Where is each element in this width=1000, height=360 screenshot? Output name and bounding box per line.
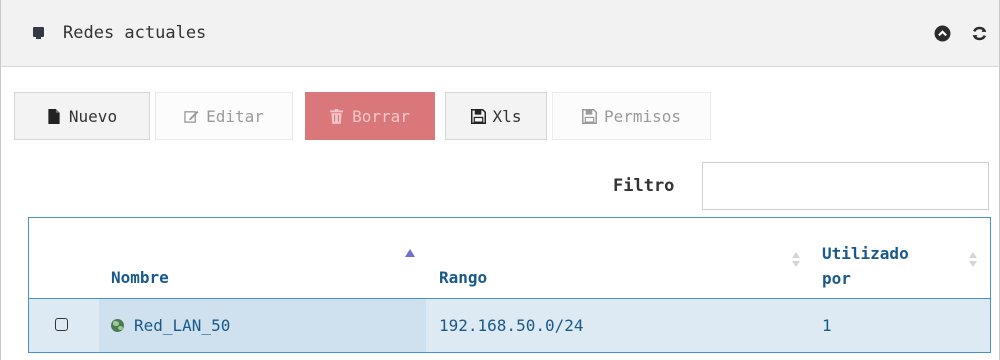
xls-button-label: Xls <box>492 106 522 126</box>
globe-icon <box>111 319 124 332</box>
networks-table: Nombre Rango Utilizado por Red_LAN_50 192… <box>28 217 991 353</box>
table-header: Nombre Rango Utilizado por <box>29 218 990 299</box>
file-icon <box>47 108 61 124</box>
network-name: Red_LAN_50 <box>134 316 231 335</box>
cell-name: Red_LAN_50 <box>111 299 230 352</box>
sort-icon <box>969 252 977 268</box>
refresh-icon[interactable] <box>971 25 988 42</box>
edit-icon <box>184 109 199 124</box>
toolbar: Nuevo Editar Borrar Xls Permisos <box>14 92 711 140</box>
column-header-used-by[interactable]: Utilizado por <box>822 218 982 299</box>
filter-input[interactable] <box>702 162 989 210</box>
monitor-icon <box>33 27 44 39</box>
xls-export-button[interactable]: Xls <box>445 92 547 140</box>
chevron-up-circle-icon[interactable] <box>934 25 951 42</box>
sort-icon <box>792 252 800 268</box>
filter-label: Filtro <box>613 176 675 196</box>
panel-header: Redes actuales <box>1 0 999 67</box>
save-icon <box>581 108 597 124</box>
column-used-line2: por <box>822 269 851 288</box>
permissions-button-label: Permisos <box>603 106 682 126</box>
panel-title: Redes actuales <box>63 23 207 43</box>
new-button-label: Nuevo <box>68 106 118 126</box>
delete-button[interactable]: Borrar <box>305 92 435 140</box>
trash-icon <box>330 108 344 124</box>
column-header-range[interactable]: Rango <box>439 218 809 299</box>
networks-panel: Redes actuales Nuevo Editar Borrar Xls P… <box>0 0 1000 360</box>
sort-ascending-icon <box>405 249 415 257</box>
row-checkbox[interactable] <box>55 318 68 331</box>
delete-button-label: Borrar <box>352 106 410 126</box>
column-header-name[interactable]: Nombre <box>111 218 431 299</box>
edit-button-label: Editar <box>206 106 264 126</box>
cell-used-by: 1 <box>822 316 832 335</box>
table-row[interactable]: Red_LAN_50 192.168.50.0/24 1 <box>29 299 990 352</box>
permissions-button[interactable]: Permisos <box>552 92 711 140</box>
edit-button[interactable]: Editar <box>155 92 293 140</box>
save-icon <box>470 108 486 124</box>
cell-range: 192.168.50.0/24 <box>439 316 584 335</box>
column-used-line1: Utilizado <box>822 244 909 263</box>
new-button[interactable]: Nuevo <box>14 92 150 140</box>
